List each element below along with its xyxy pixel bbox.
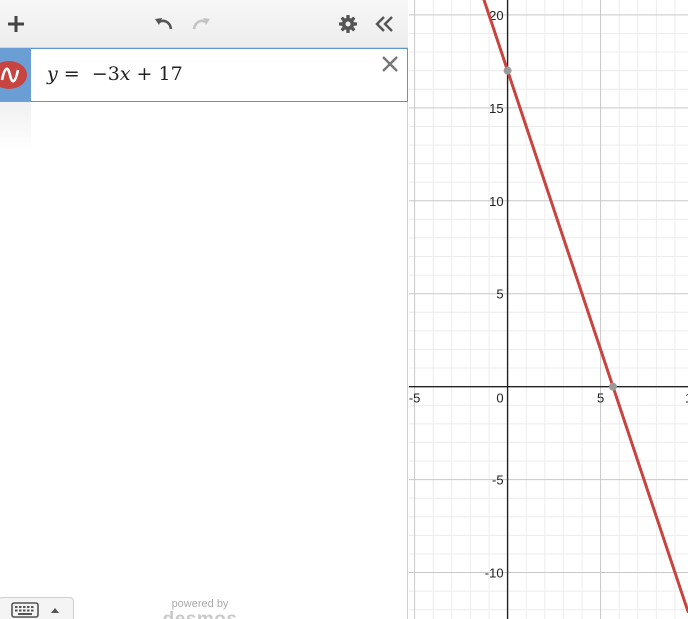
- add-expression-button[interactable]: [2, 10, 30, 38]
- math-constant: + 17: [130, 63, 183, 85]
- settings-button[interactable]: [334, 10, 362, 38]
- desmos-logo: desmos: [160, 609, 240, 619]
- line-y-equals-neg3x-plus-17[interactable]: [409, 0, 688, 614]
- expression-color-toggle[interactable]: [0, 61, 27, 89]
- point-of-interest[interactable]: [608, 382, 617, 391]
- math-equals: =: [57, 63, 86, 85]
- redo-icon: [192, 18, 210, 30]
- expression-math[interactable]: y = −3x + 17: [47, 63, 183, 85]
- axes: [409, 0, 688, 619]
- desmos-calculator: y = −3x + 17 powered by -5 0 5 20 15 10 …: [0, 0, 688, 619]
- x-tick-label: 0: [496, 391, 503, 406]
- math-coefficient: −3: [85, 63, 120, 85]
- expression-tab[interactable]: [0, 48, 31, 102]
- redo-button[interactable]: [187, 10, 215, 38]
- y-tick-label: -5: [492, 473, 504, 488]
- powered-by-badge[interactable]: powered by desmos: [160, 598, 240, 619]
- math-y: y: [47, 63, 58, 85]
- wave-icon: [0, 67, 20, 83]
- toolbar: [0, 0, 408, 48]
- plus-icon: [8, 16, 24, 32]
- minor-gridlines: [409, 0, 688, 619]
- caret-up-icon: [51, 608, 59, 613]
- undo-icon: [155, 18, 173, 30]
- expression-panel: y = −3x + 17 powered by: [0, 0, 408, 619]
- math-x: x: [119, 63, 131, 85]
- double-chevron-left-icon: [375, 16, 393, 32]
- delete-expression-button[interactable]: [379, 53, 401, 75]
- graph-paper[interactable]: -50512015105-5-10: [409, 0, 688, 619]
- undo-button[interactable]: [150, 10, 178, 38]
- gear-icon: [339, 15, 357, 33]
- x-tick-label: -5: [409, 391, 420, 406]
- y-tick-label: -10: [485, 566, 504, 581]
- x-tick-label: 5: [597, 391, 604, 406]
- point-of-interest[interactable]: [503, 66, 512, 75]
- y-tick-label: 5: [496, 287, 503, 302]
- expression-item[interactable]: y = −3x + 17: [0, 48, 408, 102]
- close-icon: [382, 56, 398, 72]
- y-tick-label: 15: [489, 101, 503, 116]
- graph-canvas[interactable]: -50512015105-5-10: [409, 0, 688, 619]
- major-gridlines: [409, 0, 688, 619]
- graph-curve[interactable]: [409, 0, 688, 614]
- y-tick-label: 10: [489, 194, 503, 209]
- expression-input[interactable]: y = −3x + 17: [31, 48, 408, 102]
- new-expression-row[interactable]: [0, 102, 31, 150]
- keyboard-toggle-button[interactable]: [0, 597, 74, 619]
- collapse-panel-button[interactable]: [370, 10, 398, 38]
- keyboard-icon: [11, 602, 39, 618]
